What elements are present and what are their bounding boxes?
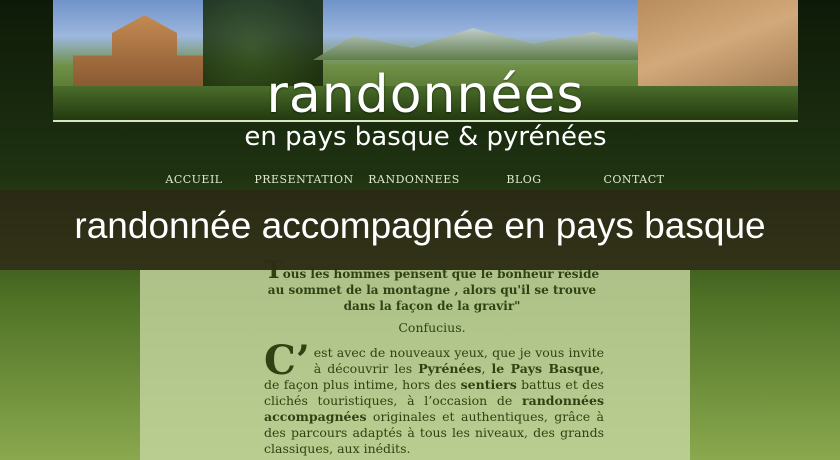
site-title: randonnées bbox=[266, 65, 585, 125]
quote-author: Confucius. bbox=[398, 320, 466, 335]
quote-text: ous les hommes pensent que le bonheur ré… bbox=[267, 267, 600, 313]
nav-presentation[interactable]: PRESENTATION bbox=[254, 173, 353, 186]
drop-cap: C’ bbox=[264, 337, 310, 384]
nav-blog[interactable]: BLOG bbox=[506, 173, 541, 186]
keyword-pays-basque: le Pays Basque bbox=[491, 361, 601, 376]
keyword-sentiers: sentiers bbox=[460, 377, 517, 392]
main-nav: ACCUEIL PRESENTATION RANDONNEES BLOG CON… bbox=[0, 173, 840, 189]
intro-text-2: , bbox=[481, 361, 492, 376]
keyword-pyrenees: Pyrénées bbox=[418, 361, 482, 376]
site-subtitle: en pays basque & pyrénées bbox=[244, 122, 607, 152]
intro-paragraph: C’ est avec de nouveaux yeux, que je vous… bbox=[264, 337, 604, 457]
nav-accueil[interactable]: ACCUEIL bbox=[165, 173, 222, 186]
page-headline: randonnée accompagnée en pays basque bbox=[74, 205, 766, 246]
nav-randonnees[interactable]: RANDONNEES bbox=[368, 173, 460, 186]
nav-contact[interactable]: CONTACT bbox=[604, 173, 665, 186]
